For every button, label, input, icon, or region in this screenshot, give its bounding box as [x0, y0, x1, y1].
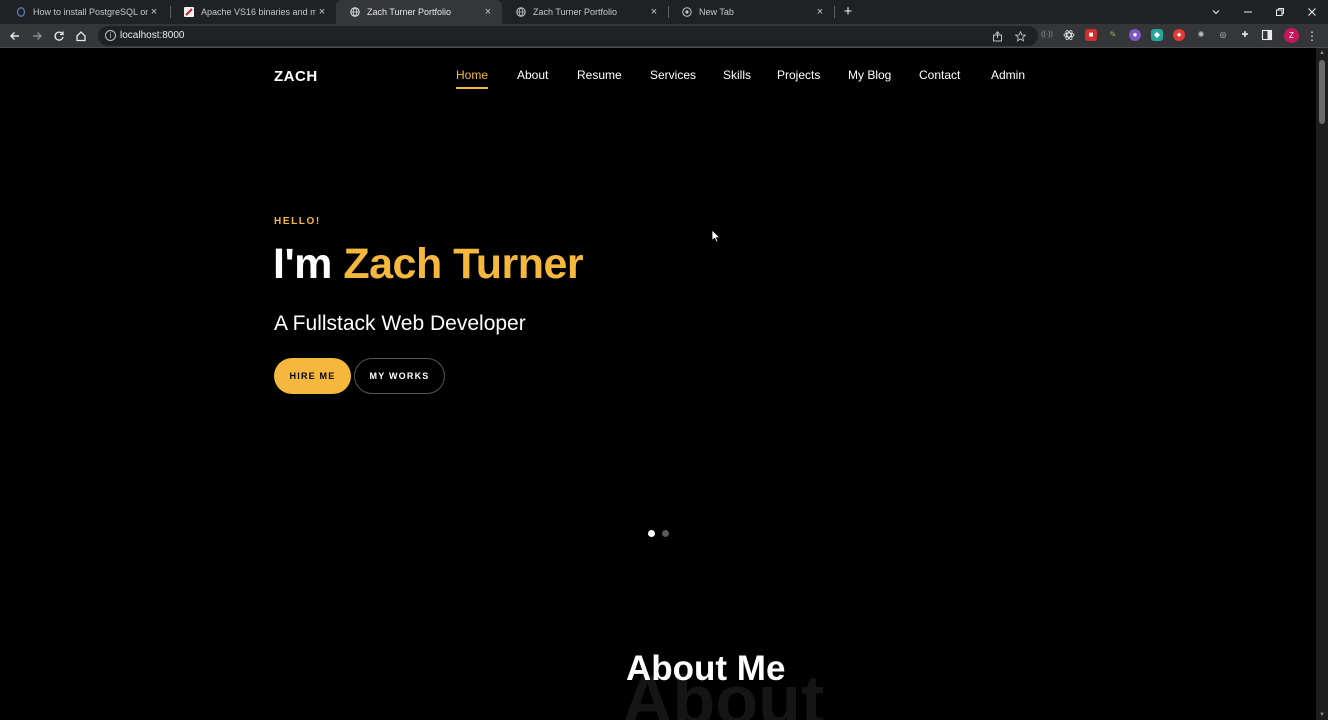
my-works-button[interactable]: MY WORKS — [354, 358, 445, 394]
nav-services[interactable]: Services — [650, 68, 696, 82]
browser-menu-icon[interactable]: ⋮ — [1306, 28, 1318, 44]
webpage: ZACH Home About Resume Services Skills P… — [0, 48, 1316, 720]
profile-avatar[interactable]: Z — [1284, 28, 1299, 43]
url-text: localhost:8000 — [120, 30, 185, 41]
postgres-icon — [16, 7, 26, 17]
nav-about[interactable]: About — [517, 68, 548, 82]
site-logo[interactable]: ZACH — [274, 68, 318, 85]
chrome-icon — [682, 7, 692, 17]
extension-react-icon[interactable] — [1063, 29, 1075, 41]
new-tab-button[interactable]: + — [840, 2, 856, 22]
hero-title-name: Zach Turner — [343, 240, 584, 288]
extension-purple-icon[interactable]: ● — [1129, 29, 1141, 41]
page-scrollbar[interactable]: ▲ ▼ — [1316, 48, 1328, 720]
tab-zach-portfolio[interactable]: Zach Turner Portfolio × — [502, 0, 668, 24]
side-panel-icon[interactable] — [1261, 29, 1273, 41]
scroll-up-icon[interactable]: ▲ — [1316, 48, 1328, 58]
nav-contact[interactable]: Contact — [919, 68, 960, 82]
share-icon[interactable] — [991, 31, 1003, 43]
extension-wave-icon[interactable]: ((·)) — [1041, 29, 1053, 41]
home-icon[interactable] — [73, 28, 89, 44]
site-info-icon[interactable]: i — [105, 30, 116, 41]
globe-icon — [516, 7, 526, 17]
close-tab-icon[interactable]: × — [316, 6, 328, 18]
browser-toolbar: i localhost:8000 ((·)) ■ ✎ ● ◆ ● ✺ ◎ ✚ Z… — [0, 24, 1328, 48]
tab-title: Apache VS16 binaries and modu — [201, 7, 316, 17]
tab-apache[interactable]: Apache VS16 binaries and modu × — [170, 0, 336, 24]
extension-target-icon[interactable]: ◎ — [1217, 29, 1229, 41]
hero-title-prefix: I'm — [273, 240, 344, 288]
nav-my-blog[interactable]: My Blog — [848, 68, 891, 82]
back-icon[interactable] — [7, 28, 23, 44]
tab-postgresql[interactable]: How to install PostgreSQL on Wi × — [2, 0, 168, 24]
tab-new-tab[interactable]: New Tab × — [668, 0, 834, 24]
nav-admin[interactable]: Admin — [991, 68, 1025, 82]
about-title: About Me — [626, 649, 786, 688]
hire-me-button[interactable]: HIRE ME — [274, 358, 351, 394]
tab-title: How to install PostgreSQL on Wi — [33, 7, 148, 17]
tab-title: Zach Turner Portfolio — [533, 7, 618, 17]
hero-greeting: HELLO! — [274, 216, 321, 227]
forward-icon[interactable] — [29, 28, 45, 44]
extension-gear-icon[interactable]: ✺ — [1195, 29, 1207, 41]
tab-zach-portfolio-active[interactable]: Zach Turner Portfolio × — [336, 0, 502, 24]
address-bar[interactable]: i localhost:8000 — [98, 26, 1038, 46]
close-tab-icon[interactable]: × — [648, 6, 660, 18]
browser-tab-strip: How to install PostgreSQL on Wi × Apache… — [0, 0, 1328, 24]
reload-icon[interactable] — [51, 28, 67, 44]
extension-eyedropper-icon[interactable]: ✎ — [1107, 29, 1119, 41]
bookmark-star-icon[interactable] — [1014, 30, 1026, 43]
tab-title: New Tab — [699, 7, 734, 17]
apache-feather-icon — [184, 7, 194, 17]
nav-skills[interactable]: Skills — [723, 68, 751, 82]
hero-title: I'm Zach Turner — [273, 240, 584, 289]
close-tab-icon[interactable]: × — [482, 6, 494, 18]
hero-subtitle: A Fullstack Web Developer — [274, 312, 526, 335]
nav-home[interactable]: Home — [456, 68, 489, 89]
extension-teal-icon[interactable]: ◆ — [1151, 29, 1163, 41]
close-tab-icon[interactable]: × — [148, 6, 160, 18]
slider-dot-1[interactable] — [648, 530, 655, 537]
tab-search-icon[interactable] — [1200, 0, 1232, 24]
mouse-cursor-icon — [711, 229, 721, 243]
scroll-down-icon[interactable]: ▼ — [1316, 710, 1328, 720]
tab-title: Zach Turner Portfolio — [367, 7, 452, 17]
slider-dot-2[interactable] — [662, 530, 669, 537]
minimize-icon[interactable] — [1232, 0, 1264, 24]
extension-red-square-icon[interactable]: ■ — [1085, 29, 1097, 41]
nav-resume[interactable]: Resume — [577, 68, 622, 82]
globe-icon — [350, 7, 360, 17]
close-tab-icon[interactable]: × — [814, 6, 826, 18]
restore-icon[interactable] — [1264, 0, 1296, 24]
tab-separator — [834, 6, 835, 18]
nav-projects[interactable]: Projects — [777, 68, 820, 82]
extensions-puzzle-icon[interactable]: ✚ — [1239, 29, 1251, 41]
extension-red-circle-icon[interactable]: ● — [1173, 29, 1185, 41]
close-window-icon[interactable] — [1296, 0, 1328, 24]
scrollbar-thumb[interactable] — [1319, 60, 1325, 124]
